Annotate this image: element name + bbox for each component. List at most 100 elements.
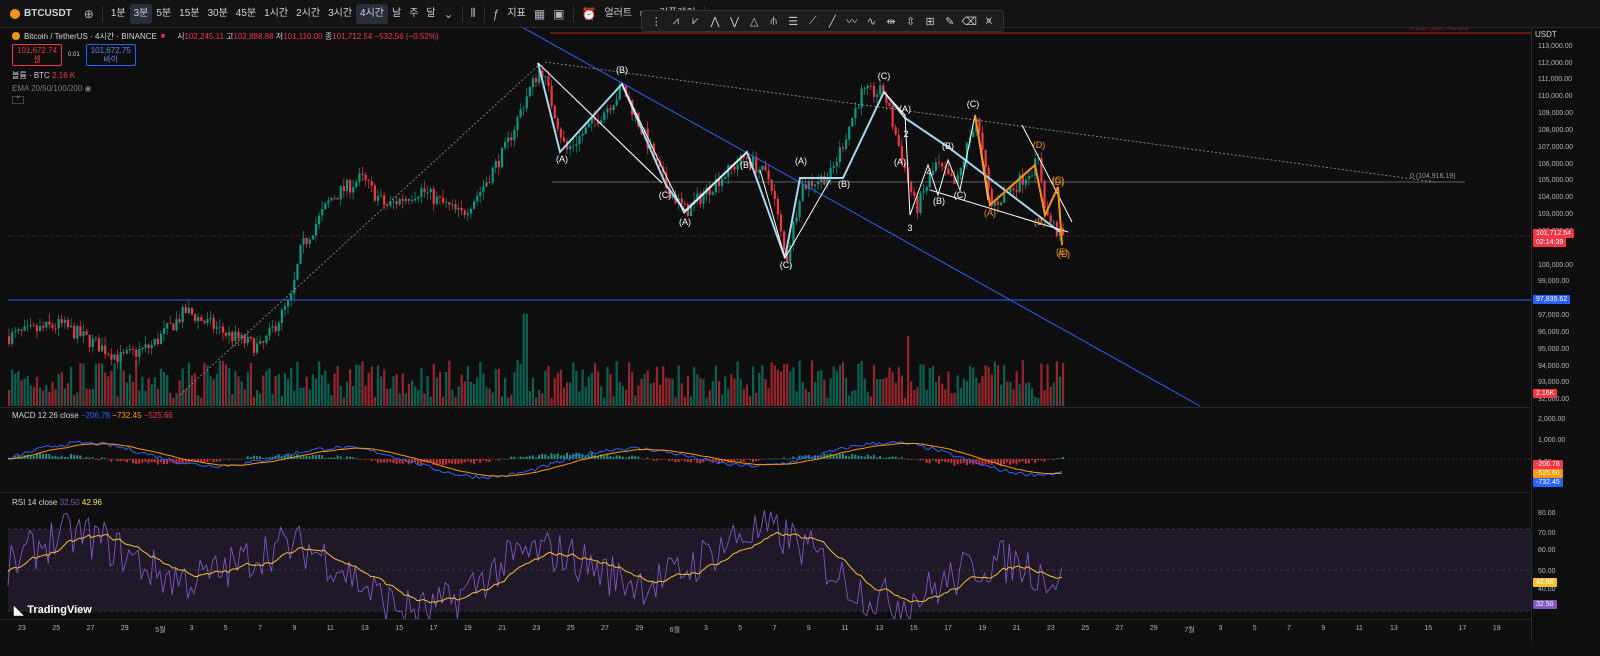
tradingview-logo[interactable]: ◣ TradingView bbox=[14, 603, 92, 617]
trend-line-icon[interactable]: ╱ bbox=[824, 15, 841, 28]
volume-bar bbox=[612, 396, 615, 406]
candle-body bbox=[497, 161, 500, 168]
volume-bar bbox=[367, 372, 370, 406]
ema-legend[interactable]: EMA 20/50/100/200 ◉ bbox=[12, 84, 439, 93]
macd-histogram-bar bbox=[981, 459, 984, 466]
interval-3h[interactable]: 3시간 bbox=[324, 4, 356, 24]
cycle-lines-icon[interactable]: ∿ bbox=[863, 15, 880, 28]
panel-divider[interactable] bbox=[0, 492, 1530, 493]
interval-3m[interactable]: 3분 bbox=[129, 3, 153, 24]
volume-bar bbox=[448, 360, 451, 406]
alert-icon[interactable]: ⏰ bbox=[578, 7, 601, 21]
add-symbol-icon[interactable]: ⊕ bbox=[80, 7, 98, 21]
buy-button[interactable]: 101,672.75 바이 bbox=[85, 44, 136, 66]
volume-bar bbox=[910, 381, 913, 406]
panel-divider[interactable] bbox=[0, 407, 1530, 408]
wave-label: (A) bbox=[899, 104, 911, 114]
interval-45m[interactable]: 45분 bbox=[232, 4, 260, 24]
date-range-icon[interactable]: ⇹ bbox=[883, 15, 900, 28]
price-range-icon[interactable]: ⇳ bbox=[902, 15, 919, 28]
rsi-legend[interactable]: RSI 14 close 32.50 42.96 bbox=[12, 498, 102, 507]
interval-dropdown-icon[interactable]: ⌄ bbox=[440, 7, 458, 21]
interval-week[interactable]: 주 bbox=[405, 4, 422, 24]
volume-bar bbox=[581, 369, 584, 406]
interval-month[interactable]: 달 bbox=[422, 4, 439, 24]
interval-1h[interactable]: 1시간 bbox=[260, 4, 292, 24]
alert-button[interactable]: 얼러트 bbox=[600, 4, 636, 24]
interval-1m[interactable]: 1분 bbox=[107, 4, 130, 24]
cypher-pattern-icon[interactable]: ⩗ bbox=[687, 15, 704, 28]
volume-bar bbox=[104, 372, 107, 406]
volume-bar bbox=[280, 395, 283, 406]
candle-type-icon[interactable]: ⫴ bbox=[467, 6, 480, 21]
macd-histogram-bar bbox=[392, 459, 395, 464]
candle-body bbox=[972, 131, 975, 137]
interval-day[interactable]: 날 bbox=[388, 4, 405, 24]
drag-handle-icon[interactable]: ⋮ bbox=[648, 15, 665, 28]
indicators-button[interactable]: 지표 bbox=[503, 4, 529, 24]
rsi-tick: 80.00 bbox=[1538, 510, 1556, 517]
eraser-icon[interactable]: ⌫ bbox=[961, 15, 978, 28]
volume-bar bbox=[820, 370, 823, 406]
candle-body bbox=[178, 319, 181, 323]
indicators-icon[interactable]: ƒ bbox=[489, 7, 504, 21]
templates-icon[interactable]: ▦ bbox=[530, 7, 549, 21]
symbol-search[interactable]: BTCUSDT bbox=[6, 4, 80, 24]
time-axis[interactable]: 23 25 27 29 5월 3 5 7 9 11 13 15 17 19 21 23 25 27 29 6월 3 5 7 9… bbox=[0, 619, 1531, 641]
interval-2h[interactable]: 2시간 bbox=[292, 4, 324, 24]
candle-body bbox=[615, 99, 618, 106]
interval-5m[interactable]: 5분 bbox=[152, 4, 175, 24]
price-chart[interactable]: (A) (B) (C) (A) (B) (C) (A) (B) (C) (A) (B) (C) (A) (… bbox=[0, 28, 1531, 619]
sell-button[interactable]: 101,672.74 셀 bbox=[12, 44, 63, 66]
elliott-wave-icon[interactable]: 〰 bbox=[844, 13, 861, 29]
interval-4h[interactable]: 4시간 bbox=[356, 3, 388, 24]
fib-retracement-icon[interactable]: ☰ bbox=[785, 15, 802, 28]
macd-histogram-bar bbox=[866, 454, 869, 459]
candle-body bbox=[187, 307, 190, 313]
macd-histogram-bar bbox=[457, 459, 460, 464]
volume-bar bbox=[913, 389, 916, 406]
zigzag-icon[interactable]: ⩙ bbox=[981, 15, 998, 28]
candle-body bbox=[683, 203, 686, 205]
macd-histogram-bar bbox=[786, 458, 789, 460]
candle-body bbox=[237, 331, 240, 339]
candle-body bbox=[417, 196, 420, 199]
head-shoulders-icon[interactable]: ⋀ bbox=[707, 15, 724, 28]
xabcd-pattern-icon[interactable]: ⩘ bbox=[668, 15, 685, 28]
candle-body bbox=[404, 198, 407, 202]
volume-bar bbox=[1015, 371, 1018, 406]
time-tick: 25 bbox=[1081, 625, 1090, 632]
currency-label[interactable]: USDT bbox=[1535, 30, 1557, 39]
volume-bar bbox=[163, 372, 166, 406]
volume-legend[interactable]: 볼륨 · BTC 2.16 K bbox=[12, 70, 439, 81]
pitchfork-icon[interactable]: ⫛ bbox=[765, 15, 782, 28]
candle-body bbox=[184, 306, 187, 313]
volume-bar bbox=[857, 363, 860, 406]
volume-bar bbox=[637, 385, 640, 406]
collapse-legend-button[interactable]: ⌃ bbox=[12, 96, 24, 104]
brush-icon[interactable]: ✎ bbox=[941, 15, 958, 28]
volume-bar bbox=[342, 397, 345, 406]
macd-histogram-bar bbox=[488, 459, 491, 463]
ruler-icon[interactable]: ⊞ bbox=[922, 15, 939, 28]
price-axis[interactable]: USDT 113,000.00 112,000.00 111,000.00 110,0… bbox=[1531, 28, 1600, 641]
volume-bar bbox=[770, 362, 773, 406]
volume-bar bbox=[147, 378, 150, 406]
candle-body bbox=[866, 85, 869, 89]
macd-histogram-bar bbox=[851, 453, 854, 459]
interval-15m[interactable]: 15분 bbox=[175, 4, 203, 24]
eye-icon[interactable]: ◉ bbox=[85, 84, 92, 93]
macd-legend[interactable]: MACD 12 26 close −206.78 −732.45 −525.66 bbox=[12, 411, 173, 420]
abcd-pattern-icon[interactable]: ⋁ bbox=[726, 15, 743, 28]
macd-histogram-bar bbox=[686, 459, 689, 463]
flag-icon[interactable]: ■ bbox=[161, 33, 165, 40]
volume-bar bbox=[380, 376, 383, 406]
layout-icon[interactable]: ▣ bbox=[549, 7, 568, 21]
interval-30m[interactable]: 30분 bbox=[203, 4, 231, 24]
candle-body bbox=[773, 190, 776, 199]
triangle-pattern-icon[interactable]: △ bbox=[746, 15, 763, 28]
gann-fan-icon[interactable]: ⟋ bbox=[805, 15, 822, 28]
candle-body bbox=[94, 338, 97, 340]
volume-bar bbox=[398, 393, 401, 406]
fib-label: 0 (104,916.19) bbox=[1410, 173, 1456, 180]
